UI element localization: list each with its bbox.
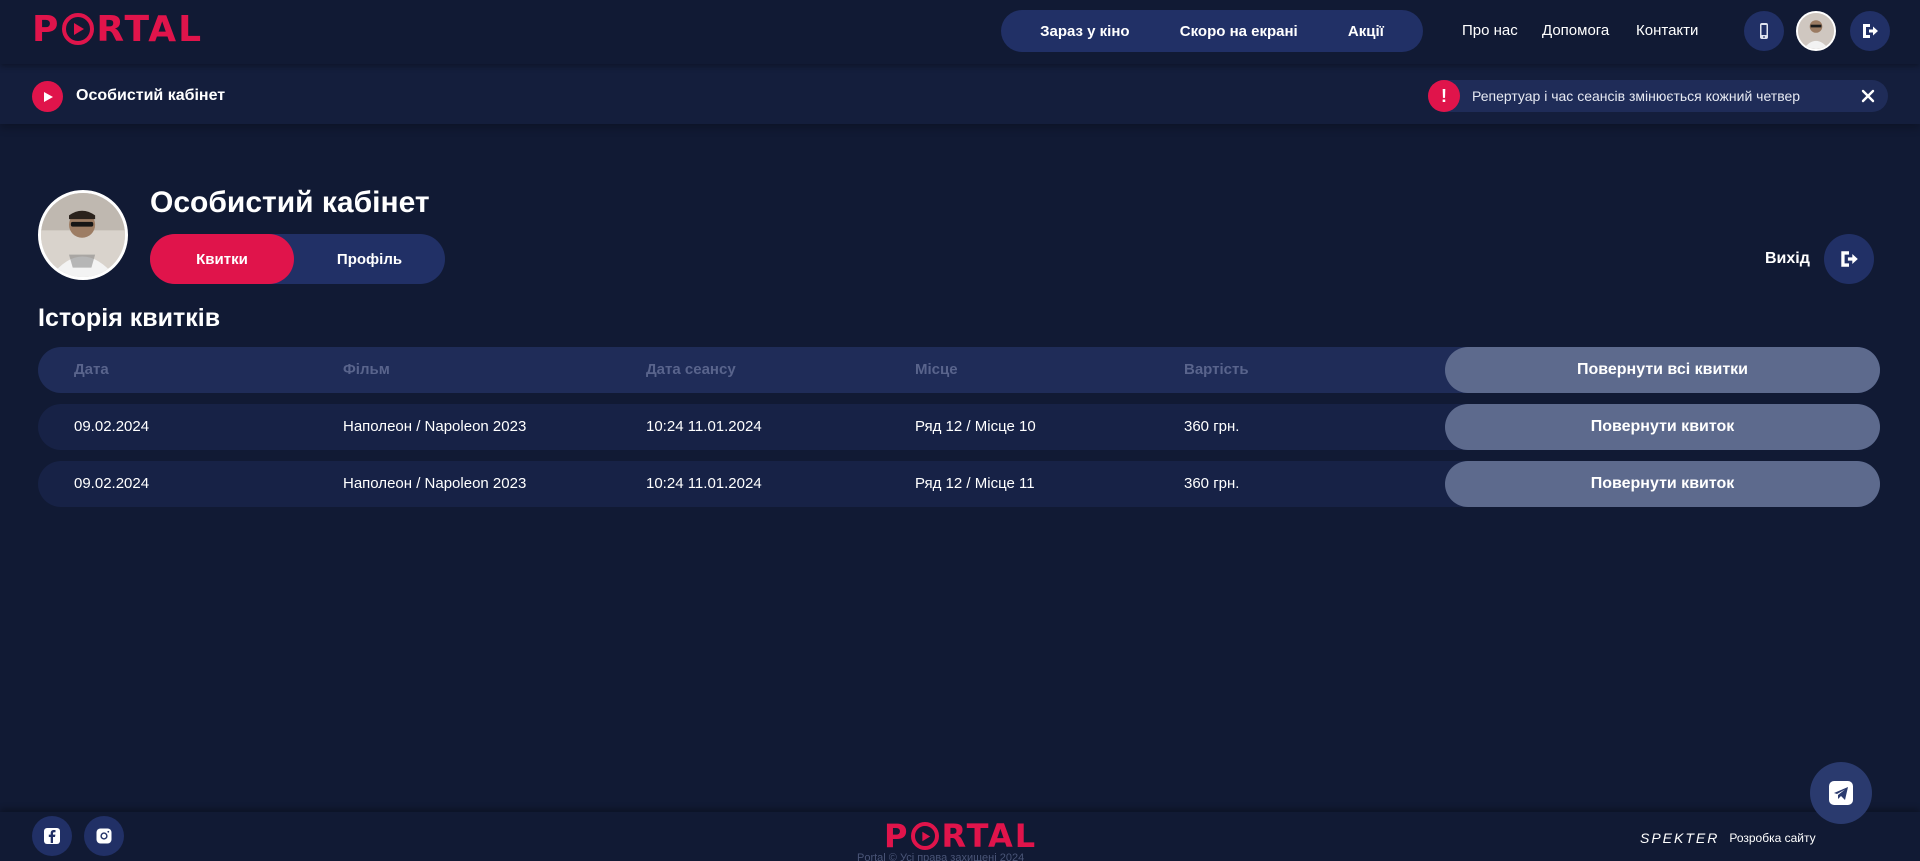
telegram-button[interactable] [1810,762,1872,824]
row-session-date: 10:24 11.01.2024 [646,418,762,435]
sub-bar: Особистий кабінет ! Репертуар і час сеан… [0,64,1920,124]
nav-promotions[interactable]: Акції [1348,23,1384,40]
developer-credit[interactable]: SPEKTER Розробка сайту [1640,830,1816,846]
row-film: Наполеон / Napoleon 2023 [343,475,527,492]
tab-tickets[interactable]: Квитки [150,234,294,284]
instagram-icon [96,828,112,844]
play-icon [32,81,63,112]
link-about[interactable]: Про нас [1462,22,1518,42]
logo-letter-p: P [32,8,61,50]
footer-logo-letters-rtal: RTAL [941,817,1038,855]
footer-logo-letter-p: P [884,817,910,855]
close-icon[interactable] [1858,86,1878,106]
user-avatar[interactable] [1796,11,1836,51]
ticket-history-title: Історія квитків [38,304,221,332]
row-price: 360 грн. [1184,475,1240,492]
row-session-date: 10:24 11.01.2024 [646,475,762,492]
return-ticket-button[interactable]: Повернути квиток [1445,461,1880,507]
column-session-date: Дата сеансу [646,361,736,378]
schedule-notice: ! Репертуар і час сеансів змінюється кож… [1428,80,1888,112]
table-row: 09.02.2024 Наполеон / Napoleon 2023 10:2… [38,461,1880,507]
main-nav: Зараз у кіно Скоро на екрані Акції [1001,10,1423,52]
logo-play-icon [62,13,95,45]
breadcrumb-title: Особистий кабінет [76,87,226,104]
column-date: Дата [74,361,109,378]
logout-icon [1841,251,1858,267]
tab-profile[interactable]: Профіль [294,234,445,284]
instagram-link[interactable] [84,816,124,856]
facebook-link[interactable] [32,816,72,856]
nav-now-showing[interactable]: Зараз у кіно [1040,23,1129,40]
exclamation-icon: ! [1428,80,1460,112]
row-seat: Ряд 12 / Місце 10 [915,418,1036,435]
logout-label[interactable]: Вихід [1765,250,1810,268]
row-date: 09.02.2024 [74,475,150,492]
footer: P RTAL Portal © Усі права захищені 2024 … [0,812,1920,861]
column-seat: Місце [915,361,958,378]
row-price: 360 грн. [1184,418,1240,435]
telegram-icon [1829,781,1853,805]
table-row: 09.02.2024 Наполеон / Napoleon 2023 10:2… [38,404,1880,450]
link-help[interactable]: Допомога [1542,22,1609,42]
footer-logo-play-icon [911,822,940,850]
footer-logo[interactable]: P RTAL [884,817,1037,855]
facebook-icon [44,828,60,844]
row-date: 09.02.2024 [74,418,150,435]
link-contacts[interactable]: Контакти [1636,22,1698,42]
phone-button[interactable] [1744,11,1784,51]
nav-coming-soon[interactable]: Скоро на екрані [1180,23,1298,40]
row-film: Наполеон / Napoleon 2023 [343,418,527,435]
row-seat: Ряд 12 / Місце 11 [915,475,1035,492]
header: P RTAL Зараз у кіно Скоро на екрані Акці… [0,0,1920,64]
phone-icon [1760,23,1768,39]
copyright-text: Portal © Усі права захищені 2024 [857,852,1025,861]
table-header: Дата Фільм Дата сеансу Місце Вартість По… [38,347,1880,393]
portal-logo[interactable]: P RTAL [32,9,203,50]
developer-brand: SPEKTER [1640,830,1720,846]
developer-label: Розробка сайту [1729,831,1816,845]
notice-text: Репертуар і час сеансів змінюється кожни… [1472,88,1801,104]
return-ticket-button[interactable]: Повернути квиток [1445,404,1880,450]
header-logout-button[interactable] [1850,11,1890,51]
column-price: Вартість [1184,361,1249,378]
page-title: Особистий кабінет [150,186,430,219]
column-film: Фільм [343,361,390,378]
return-all-tickets-button[interactable]: Повернути всі квитки [1445,347,1880,393]
logo-letters-rtal: RTAL [96,8,204,50]
logout-icon [1863,24,1878,38]
profile-avatar[interactable] [38,190,128,280]
profile-tabs: Профіль Квитки [150,234,445,284]
logout-button[interactable] [1824,234,1874,284]
